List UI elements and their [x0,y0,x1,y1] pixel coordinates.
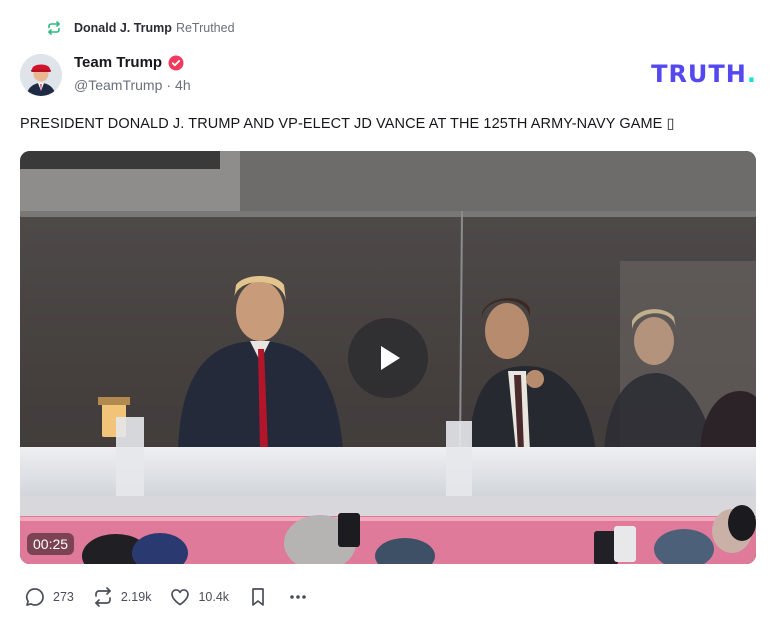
like-button[interactable]: 10.4k [169,586,229,608]
play-button[interactable] [348,318,428,398]
bookmark-icon [252,588,264,606]
verified-badge-icon [168,55,184,71]
video-player[interactable]: 00:25 [20,151,756,564]
avatar[interactable] [20,54,62,96]
retruth-button[interactable]: 2.19k [92,586,152,608]
play-icon [381,346,400,370]
logo-dot: . [746,60,757,88]
post-author: Team Trump @TeamTrump · 4h [74,54,191,93]
bookmark-button[interactable] [247,586,269,608]
retruth-label: ReTruthed [175,21,235,35]
truth-social-logo: TRUTH. [651,60,757,88]
post-timestamp[interactable]: 4h [175,77,191,93]
video-duration: 00:25 [27,533,75,555]
author-name[interactable]: Team Trump [74,54,162,71]
retruth-icon [46,20,62,36]
retruther-name[interactable]: Donald J. Trump [74,21,172,35]
logo-text: TRUTH [651,60,747,88]
retruth-header: Donald J. Trump ReTruthed [46,18,235,38]
reply-button[interactable]: 273 [24,586,74,608]
heart-icon [171,589,190,606]
post-text: PRESIDENT DONALD J. TRUMP AND VP-ELECT J… [20,116,675,132]
meta-separator: · [166,77,172,93]
post-actions: 273 2.19k 10.4k [24,585,327,609]
author-handle[interactable]: @TeamTrump [74,77,162,93]
more-options-button[interactable] [287,586,309,608]
retruth-icon [95,587,111,607]
reply-count: 273 [53,590,74,604]
retruth-count: 2.19k [120,590,152,604]
comment-icon [25,588,44,606]
more-icon [290,595,306,599]
like-count: 10.4k [198,590,230,604]
